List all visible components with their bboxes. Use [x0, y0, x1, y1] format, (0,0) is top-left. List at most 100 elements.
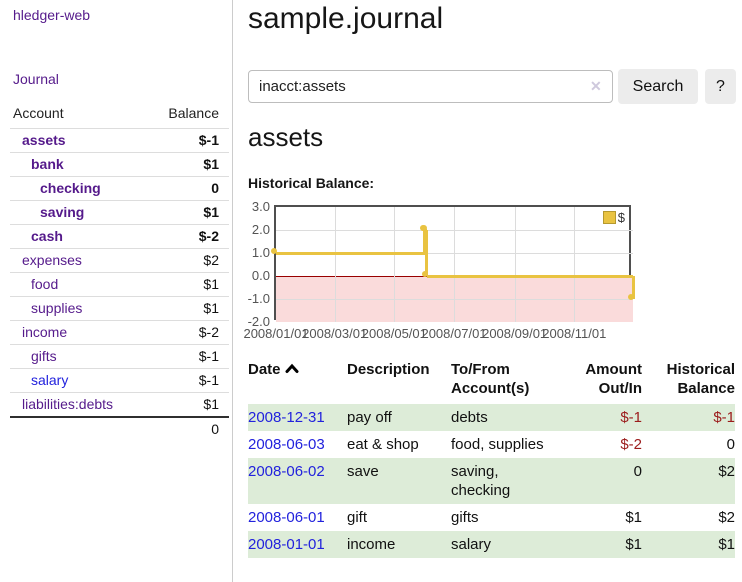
x-axis-tick-label: 2008/05/01 [362, 326, 427, 341]
account-heading: assets [248, 122, 323, 153]
account-balance: $2 [148, 249, 229, 273]
transactions-header-row: Date Description To/From Account(s) Amou… [248, 358, 735, 404]
account-balance: $1 [148, 297, 229, 321]
y-axis-tick-label: 0.0 [232, 268, 270, 284]
series-segment [425, 230, 428, 276]
transaction-row: 2008-06-02savesaving, checking0$2 [248, 458, 735, 504]
accounts-table-header: Account Balance [10, 101, 229, 129]
account-row: saving $1 [10, 201, 229, 225]
transaction-amount: 0 [578, 458, 642, 504]
app-title-link[interactable]: hledger-web [13, 7, 90, 23]
data-point-marker [422, 271, 428, 277]
v-gridline [454, 207, 455, 322]
account-link[interactable]: cash [31, 228, 63, 244]
data-point-marker [271, 248, 277, 254]
header-accounts: To/From Account(s) [451, 358, 578, 404]
v-gridline [335, 207, 336, 322]
transaction-description: save [347, 458, 451, 504]
account-row: gifts $-1 [10, 345, 229, 369]
account-link[interactable]: gifts [31, 348, 57, 364]
v-gridline [394, 207, 395, 322]
transaction-accounts: salary [451, 531, 578, 558]
account-balance: $-2 [148, 225, 229, 249]
header-description: Description [347, 358, 451, 404]
main-content: sample.journal ✕ Search ? assets Histori… [248, 0, 742, 582]
x-axis-tick-label: 2008/07/01 [421, 326, 486, 341]
transaction-date-link[interactable]: 2008-06-03 [248, 436, 325, 453]
account-balance: $-1 [148, 369, 229, 393]
account-row: income $-2 [10, 321, 229, 345]
transaction-description: eat & shop [347, 431, 451, 458]
y-axis-tick-label: 2.0 [232, 222, 270, 238]
account-link[interactable]: bank [31, 156, 64, 172]
account-link[interactable]: supplies [31, 300, 82, 316]
account-row: supplies $1 [10, 297, 229, 321]
series-segment [276, 252, 425, 255]
account-link[interactable]: expenses [22, 252, 82, 268]
transaction-description: gift [347, 504, 451, 531]
legend-label: $ [618, 210, 625, 225]
account-balance: 0 [148, 177, 229, 201]
transaction-date-link[interactable]: 2008-06-01 [248, 509, 325, 526]
account-link[interactable]: liabilities:debts [22, 396, 113, 412]
transaction-amount: $-1 [578, 404, 642, 431]
transaction-balance: $-1 [642, 404, 735, 431]
account-row: assets $-1 [10, 129, 229, 153]
search-input[interactable] [248, 70, 613, 103]
transaction-description: pay off [347, 404, 451, 431]
header-amount: Amount Out/In [578, 358, 642, 404]
transaction-description: income [347, 531, 451, 558]
account-link[interactable]: salary [31, 372, 68, 388]
account-link[interactable]: saving [40, 204, 84, 220]
transaction-date-link[interactable]: 2008-01-01 [248, 536, 325, 553]
chart-heading: Historical Balance: [248, 175, 374, 191]
series-segment [427, 275, 633, 278]
account-link[interactable]: assets [22, 132, 66, 148]
account-row: checking 0 [10, 177, 229, 201]
account-link[interactable]: food [31, 276, 58, 292]
x-axis-tick-label: 2008/11/01 [542, 326, 606, 341]
transaction-row: 2008-01-01incomesalary$1$1 [248, 531, 735, 558]
page-title: sample.journal [248, 2, 443, 36]
account-row: bank $1 [10, 153, 229, 177]
account-row: salary $-1 [10, 369, 229, 393]
accounts-total-row: 0 [10, 417, 229, 441]
accounts-header-balance: Balance [148, 101, 229, 129]
transaction-row: 2008-06-03eat & shopfood, supplies$-20 [248, 431, 735, 458]
transaction-accounts: food, supplies [451, 431, 578, 458]
header-date[interactable]: Date [248, 358, 347, 404]
header-date-label: Date [248, 361, 281, 378]
account-link[interactable]: income [22, 324, 67, 340]
transaction-date-link[interactable]: 2008-12-31 [248, 409, 325, 426]
clear-search-icon[interactable]: ✕ [590, 78, 602, 95]
historical-balance-chart[interactable]: $ 3.02.01.00.0-1.0-2.02008/01/012008/03/… [274, 205, 631, 320]
x-axis-tick-label: 2008/09/01 [482, 326, 547, 341]
account-balance: $1 [148, 153, 229, 177]
y-axis-tick-label: 1.0 [232, 245, 270, 261]
help-button[interactable]: ? [705, 69, 736, 104]
account-balance: $-1 [148, 129, 229, 153]
data-point-marker [421, 225, 427, 231]
sidebar: hledger-web Journal Account Balance asse… [0, 0, 233, 582]
account-balance: $1 [148, 201, 229, 225]
transaction-accounts: debts [451, 404, 578, 431]
account-row: liabilities:debts$1 [10, 393, 229, 418]
account-balance: $1 [148, 273, 229, 297]
accounts-table-body: assets$-1bank$1checking0saving$1cash$-2e… [10, 129, 229, 418]
transaction-balance: $2 [642, 504, 735, 531]
x-axis-tick-label: 2008/03/01 [302, 326, 367, 341]
transaction-date-link[interactable]: 2008-06-02 [248, 463, 325, 480]
x-axis-tick-label: 2008/01/01 [243, 326, 308, 341]
transaction-balance: $1 [642, 531, 735, 558]
account-balance: $-2 [148, 321, 229, 345]
search-button[interactable]: Search [618, 69, 698, 104]
account-row: expenses $2 [10, 249, 229, 273]
transaction-amount: $-2 [578, 431, 642, 458]
account-link[interactable]: checking [40, 180, 101, 196]
account-balance: $-1 [148, 345, 229, 369]
sort-ascending-icon [285, 363, 299, 374]
account-row: cash $-2 [10, 225, 229, 249]
account-row: food $1 [10, 273, 229, 297]
sidebar-item-journal[interactable]: Journal [13, 71, 59, 87]
transaction-amount: $1 [578, 504, 642, 531]
